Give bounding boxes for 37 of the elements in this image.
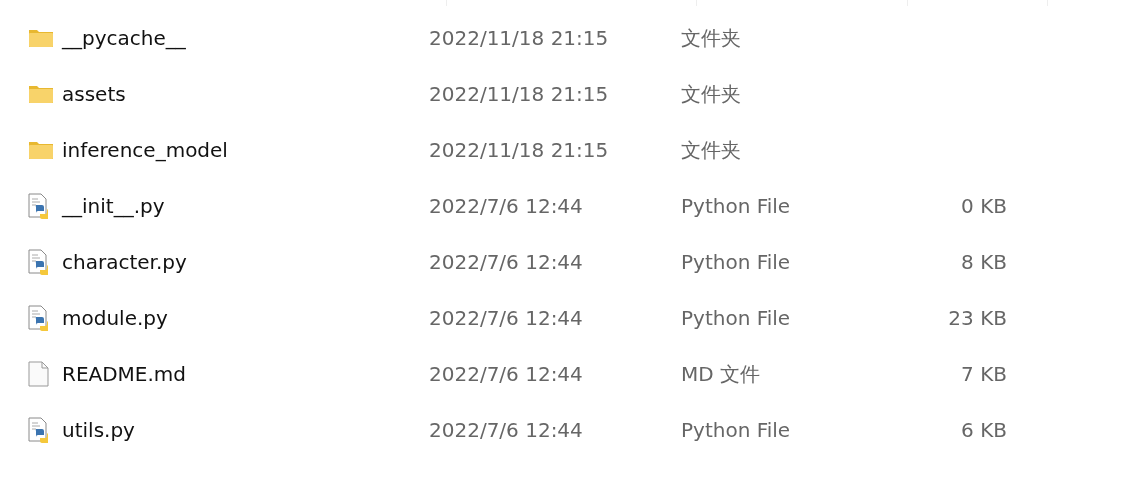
file-size: 23 KB (947, 306, 1007, 330)
file-type: Python File (681, 194, 792, 218)
file-size: 0 KB (960, 194, 1007, 218)
file-name[interactable]: README.md (62, 362, 429, 386)
file-name[interactable]: character.py (62, 250, 429, 274)
folder-icon (28, 27, 54, 49)
file-icon (28, 361, 50, 387)
file-name[interactable]: module.py (62, 306, 429, 330)
modified-date: 2022/11/18 21:15 (429, 138, 610, 162)
modified-date: 2022/7/6 12:44 (429, 418, 584, 442)
file-size: 6 KB (960, 418, 1007, 442)
modified-date: 2022/11/18 21:15 (429, 26, 610, 50)
file-type: MD 文件 (681, 360, 761, 388)
python-file-icon (28, 193, 50, 219)
python-file-icon (28, 305, 50, 331)
file-type: 文件夹 (681, 24, 742, 52)
file-size: 7 KB (960, 362, 1007, 386)
file-type: Python File (681, 250, 792, 274)
modified-date: 2022/7/6 12:44 (429, 250, 584, 274)
python-file-icon (28, 249, 50, 275)
python-file-icon (28, 417, 50, 443)
file-type: Python File (681, 306, 792, 330)
folder-icon (28, 139, 54, 161)
file-name[interactable]: utils.py (62, 418, 429, 442)
file-name[interactable]: __init__.py (62, 194, 429, 218)
file-type: 文件夹 (681, 136, 742, 164)
folder-icon (28, 83, 54, 105)
file-type: 文件夹 (681, 80, 742, 108)
modified-date: 2022/11/18 21:15 (429, 82, 610, 106)
modified-date: 2022/7/6 12:44 (429, 362, 584, 386)
file-type: Python File (681, 418, 792, 442)
modified-date: 2022/7/6 12:44 (429, 306, 584, 330)
modified-date: 2022/7/6 12:44 (429, 194, 584, 218)
file-name[interactable]: inference_model (62, 138, 429, 162)
file-size: 8 KB (960, 250, 1007, 274)
file-name[interactable]: assets (62, 82, 429, 106)
file-name[interactable]: __pycache__ (62, 26, 429, 50)
